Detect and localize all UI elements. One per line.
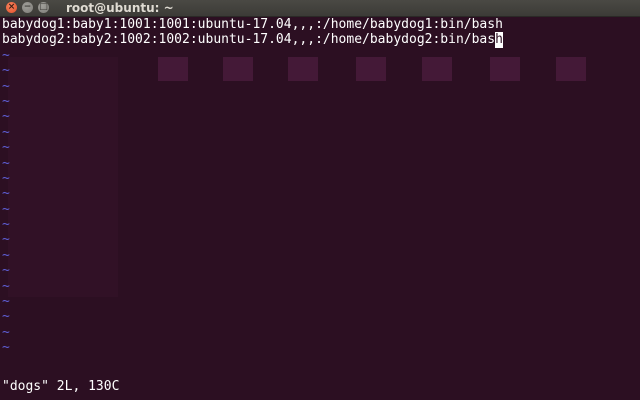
empty-line-marker: ~ bbox=[2, 63, 10, 79]
empty-line-marker: ~ bbox=[2, 309, 10, 325]
empty-line-marker: ~ bbox=[2, 78, 10, 94]
buffer-line[interactable]: babydog2:baby2:1002:1002:ubuntu-17.04,,,… bbox=[2, 32, 638, 48]
empty-line-marker: ~ bbox=[2, 186, 10, 202]
window-title: root@ubuntu: ~ bbox=[66, 1, 174, 15]
line-text: babydog1:baby1:1001:1001:ubuntu-17.04,,,… bbox=[2, 17, 503, 32]
text-cursor: h bbox=[495, 32, 503, 48]
empty-line-marker: ~ bbox=[2, 324, 10, 340]
terminal-content[interactable]: babydog1:baby1:1001:1001:ubuntu-17.04,,,… bbox=[0, 17, 640, 400]
empty-line-marker: ~ bbox=[2, 109, 10, 125]
empty-line-marker: ~ bbox=[2, 232, 10, 248]
close-window-icon[interactable]: × bbox=[6, 2, 17, 13]
empty-line-marker: ~ bbox=[2, 247, 10, 263]
line-text: babydog2:baby2:1002:1002:ubuntu-17.04,,,… bbox=[2, 32, 496, 48]
empty-line-marker: ~ bbox=[2, 340, 10, 356]
title-bar[interactable]: × − □ root@ubuntu: ~ bbox=[0, 0, 640, 17]
empty-line-marker: ~ bbox=[2, 217, 10, 233]
maximize-window-icon[interactable]: □ bbox=[38, 2, 49, 13]
empty-line-marker: ~ bbox=[2, 47, 10, 63]
empty-line-marker: ~ bbox=[2, 155, 10, 171]
empty-line-marker: ~ bbox=[2, 201, 10, 217]
status-line: "dogs" 2L, 130C bbox=[2, 379, 120, 394]
empty-line-marker: ~ bbox=[2, 278, 10, 294]
empty-line-marker: ~ bbox=[2, 124, 10, 140]
empty-line-marker: ~ bbox=[2, 263, 10, 279]
editor-buffer[interactable]: babydog1:baby1:1001:1001:ubuntu-17.04,,,… bbox=[2, 17, 638, 356]
empty-line-marker: ~ bbox=[2, 140, 10, 156]
empty-line-marker: ~ bbox=[2, 294, 10, 310]
empty-line-marker: ~ bbox=[2, 93, 10, 109]
terminal-window: × − □ root@ubuntu: ~ babydog1:baby1:1001… bbox=[0, 0, 640, 400]
minimize-window-icon[interactable]: − bbox=[22, 2, 33, 13]
buffer-line[interactable]: babydog1:baby1:1001:1001:ubuntu-17.04,,,… bbox=[2, 17, 638, 32]
empty-line-marker: ~ bbox=[2, 170, 10, 186]
